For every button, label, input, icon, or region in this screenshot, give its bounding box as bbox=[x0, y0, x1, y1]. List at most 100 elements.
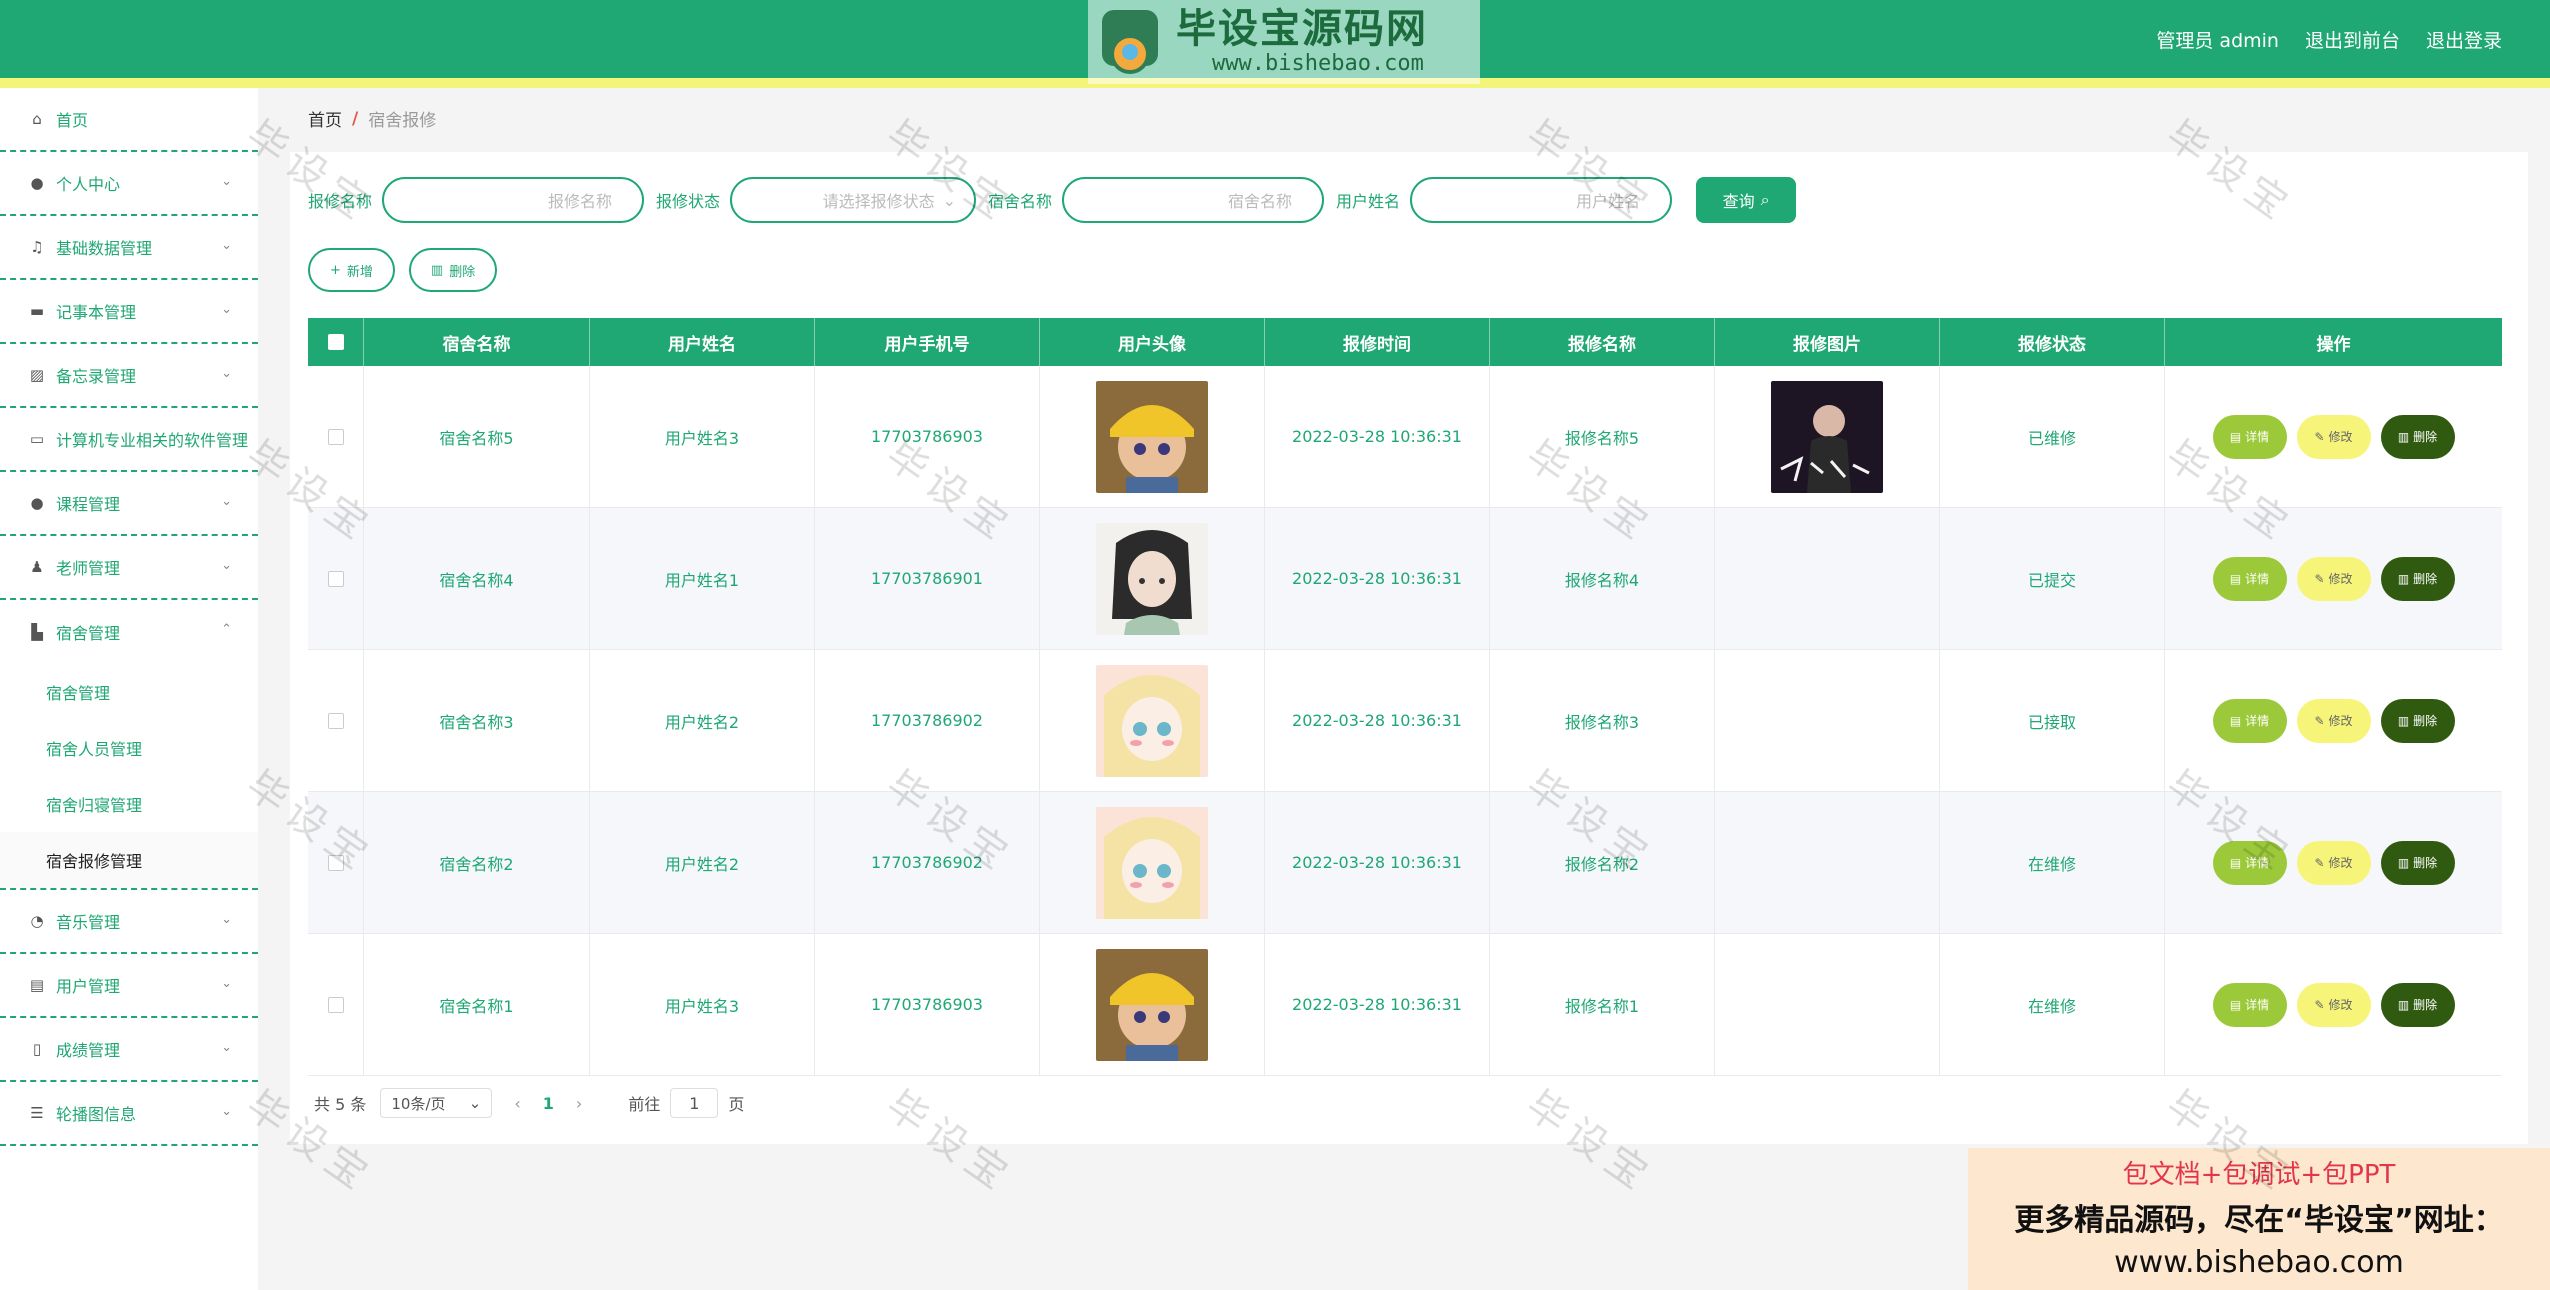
dorm-name-input[interactable]: 宿舍名称 bbox=[1062, 177, 1325, 223]
page-size-select[interactable]: 10条/页 ⌄ bbox=[380, 1088, 493, 1118]
trash-icon: ▥ bbox=[2397, 997, 2410, 1012]
cell-repair-time: 2022-03-28 10:36:31 bbox=[1265, 792, 1490, 933]
edit-button[interactable]: ✎ 修改 bbox=[2296, 698, 2371, 743]
chevron-down-icon: ⌄ bbox=[221, 366, 232, 381]
monitor-icon: ▬ bbox=[29, 302, 45, 320]
user-name-input[interactable]: 用户姓名 bbox=[1410, 177, 1673, 223]
dorm-name-label: 宿舍名称 bbox=[988, 192, 1053, 211]
detail-button[interactable]: ▤ 详情 bbox=[2212, 982, 2287, 1027]
sidebar-item-teacher[interactable]: ♟ 老师管理 ⌄ bbox=[0, 536, 258, 600]
sidebar-item-users[interactable]: ▤ 用户管理 ⌄ bbox=[0, 954, 258, 1018]
row-checkbox[interactable] bbox=[327, 854, 344, 871]
user-icon: ● bbox=[30, 174, 44, 192]
submenu-item-dorm-members[interactable]: 宿舍人员管理 bbox=[0, 720, 258, 776]
repair-status-select[interactable]: 请选择报修状态 ⌄ bbox=[730, 177, 977, 223]
sidebar-item-grades[interactable]: ▯ 成绩管理 ⌄ bbox=[0, 1018, 258, 1082]
phone-icon: ▯ bbox=[32, 1040, 42, 1058]
select-all-checkbox[interactable] bbox=[327, 334, 344, 350]
delete-button[interactable]: ▥ 删除 bbox=[2380, 556, 2455, 601]
row-checkbox[interactable] bbox=[327, 428, 344, 445]
sidebar-item-dorm[interactable]: ▙ 宿舍管理 ⌃ bbox=[0, 600, 258, 664]
logout-link[interactable]: 退出登录 bbox=[2426, 26, 2502, 53]
submenu-item-dorm-return[interactable]: 宿舍归寝管理 bbox=[0, 776, 258, 832]
edit-button[interactable]: ✎ 修改 bbox=[2296, 414, 2371, 459]
submenu-item-dorm-repair[interactable]: 宿舍报修管理 bbox=[0, 832, 258, 888]
cell-user-name: 用户姓名3 bbox=[590, 366, 815, 507]
chevron-down-icon: ⌄ bbox=[221, 976, 232, 991]
table-row: 宿舍名称5 用户姓名3 17703786903 2022-03-28 10:36… bbox=[308, 366, 2502, 508]
sidebar-item-course[interactable]: ● 课程管理 ⌄ bbox=[0, 472, 258, 536]
add-button[interactable]: + 新增 bbox=[308, 248, 395, 292]
cell-user-phone: 17703786903 bbox=[815, 366, 1040, 507]
edit-button[interactable]: ✎ 修改 bbox=[2296, 840, 2371, 885]
detail-button[interactable]: ▤ 详情 bbox=[2212, 698, 2287, 743]
submenu-item-dorm[interactable]: 宿舍管理 bbox=[0, 664, 258, 720]
sidebar-item-software[interactable]: ▭ 计算机专业相关的软件管理 bbox=[0, 408, 258, 472]
teacher-icon: ♟ bbox=[30, 558, 44, 576]
cell-dorm-name: 宿舍名称4 bbox=[364, 508, 590, 649]
breadcrumb: 首页 / 宿舍报修 bbox=[308, 106, 436, 132]
edit-button[interactable]: ✎ 修改 bbox=[2296, 556, 2371, 601]
delete-button[interactable]: ▥ 删除 bbox=[2380, 414, 2455, 459]
sidebar-item-carousel[interactable]: ☰ 轮播图信息 ⌄ bbox=[0, 1082, 258, 1146]
doc-icon: ▤ bbox=[2229, 855, 2242, 870]
repair-name-input[interactable]: 报修名称 bbox=[382, 177, 645, 223]
delete-button[interactable]: ▥ 删除 bbox=[2380, 840, 2455, 885]
goto-page-input[interactable]: 1 bbox=[670, 1088, 719, 1118]
sidebar-item-notebook[interactable]: ▬ 记事本管理 ⌄ bbox=[0, 280, 258, 344]
delete-button[interactable]: ▥ 删除 bbox=[2380, 982, 2455, 1027]
col-repair-name: 报修名称 bbox=[1490, 318, 1715, 366]
query-button[interactable]: 查询 ⌕ bbox=[1696, 177, 1797, 223]
cell-repair-status: 在维修 bbox=[1940, 792, 2165, 933]
prev-page-icon[interactable]: ‹ bbox=[514, 1094, 520, 1113]
chevron-down-icon: ⌄ bbox=[942, 190, 957, 210]
sidebar-item-home[interactable]: ⌂ 首页 bbox=[0, 88, 258, 152]
table-row: 宿舍名称1 用户姓名3 17703786903 2022-03-28 10:36… bbox=[308, 934, 2502, 1076]
row-checkbox[interactable] bbox=[327, 570, 344, 587]
sidebar-item-music[interactable]: ◔ 音乐管理 ⌄ bbox=[0, 890, 258, 954]
doc-icon: ▤ bbox=[2229, 429, 2242, 444]
detail-button[interactable]: ▤ 详情 bbox=[2212, 414, 2287, 459]
table-header: 宿舍名称 用户姓名 用户手机号 用户头像 报修时间 报修名称 报修图片 报修状态… bbox=[308, 318, 2502, 366]
detail-label: 详情 bbox=[2245, 998, 2270, 1012]
cell-dorm-name: 宿舍名称5 bbox=[364, 366, 590, 507]
sidebar-item-label: 记事本管理 bbox=[56, 303, 137, 322]
chevron-down-icon: ⌄ bbox=[468, 1094, 482, 1112]
trash-icon: ▥ bbox=[2397, 571, 2410, 586]
chevron-up-icon: ⌃ bbox=[221, 622, 232, 637]
logo-mark-icon bbox=[1088, 0, 1172, 84]
delete-label: 删除 bbox=[2413, 998, 2438, 1012]
goto-label: 前往 bbox=[628, 1095, 661, 1114]
next-page-icon[interactable]: › bbox=[576, 1094, 582, 1113]
delete-button[interactable]: ▥ 删除 bbox=[2380, 698, 2455, 743]
cell-repair-status: 已维修 bbox=[1940, 366, 2165, 507]
sidebar-item-label: 音乐管理 bbox=[56, 913, 121, 932]
breadcrumb-home[interactable]: 首页 bbox=[308, 106, 342, 131]
chevron-down-icon: ⌄ bbox=[221, 494, 232, 509]
page-number[interactable]: 1 bbox=[543, 1094, 554, 1113]
add-button-label: 新增 bbox=[346, 264, 373, 280]
ad-line-3: www.bishebao.com bbox=[2114, 1245, 2404, 1280]
user-name-label: 用户姓名 bbox=[1336, 192, 1401, 211]
sidebar-item-memo[interactable]: ▨ 备忘录管理 ⌄ bbox=[0, 344, 258, 408]
doc-icon: ▤ bbox=[2229, 571, 2242, 586]
batch-delete-button[interactable]: ▥ 删除 bbox=[408, 248, 498, 292]
row-checkbox[interactable] bbox=[327, 712, 344, 729]
cell-repair-image-empty bbox=[1715, 508, 1940, 649]
detail-button[interactable]: ▤ 详情 bbox=[2212, 840, 2287, 885]
edit-button[interactable]: ✎ 修改 bbox=[2296, 982, 2371, 1027]
sidebar-item-label: 老师管理 bbox=[56, 559, 121, 578]
cell-repair-name: 报修名称2 bbox=[1490, 792, 1715, 933]
page-unit-label: 页 bbox=[728, 1095, 745, 1114]
pencil-icon: ✎ bbox=[2314, 997, 2325, 1012]
chevron-down-icon: ⌄ bbox=[221, 174, 232, 189]
table-row: 宿舍名称3 用户姓名2 17703786902 2022-03-28 10:36… bbox=[308, 650, 2502, 792]
sidebar-item-base-data[interactable]: ♫ 基础数据管理 ⌄ bbox=[0, 216, 258, 280]
edit-label: 修改 bbox=[2328, 430, 2353, 444]
cell-repair-name: 报修名称1 bbox=[1490, 934, 1715, 1075]
repair-table: 宿舍名称 用户姓名 用户手机号 用户头像 报修时间 报修名称 报修图片 报修状态… bbox=[308, 318, 2502, 1076]
row-checkbox[interactable] bbox=[327, 996, 344, 1013]
back-to-front-link[interactable]: 退出到前台 bbox=[2305, 26, 2400, 53]
detail-button[interactable]: ▤ 详情 bbox=[2212, 556, 2287, 601]
sidebar-item-profile[interactable]: ● 个人中心 ⌄ bbox=[0, 152, 258, 216]
